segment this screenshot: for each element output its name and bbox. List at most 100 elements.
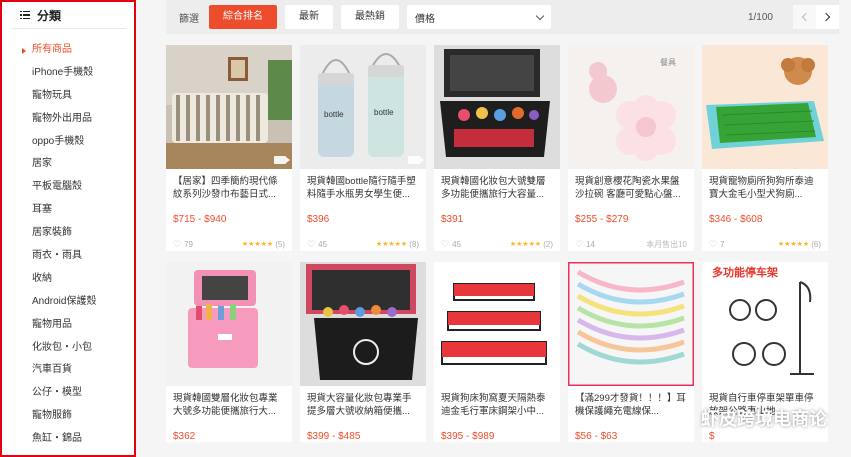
product-card[interactable]: 現貨韓國化妝包大號雙層多功能便攜旅行大容量... $391 ♡ 45 ★★★★★…: [434, 45, 560, 251]
product-image[interactable]: [166, 45, 292, 169]
rating-count: (5): [275, 239, 285, 249]
category-item[interactable]: 寵物外出用品: [2, 108, 134, 131]
product-card[interactable]: 現貨寵物廁所狗狗所泰迪寶大金毛小型犬狗廁... $346 - $608 ♡ 7 …: [702, 45, 828, 251]
star-rating: ★★★★★: [241, 241, 274, 248]
sort-relevance-button[interactable]: 綜合排名: [209, 5, 277, 29]
category-item[interactable]: 汽車百貨: [2, 359, 134, 382]
category-header: 分類: [2, 2, 134, 28]
category-item[interactable]: 居家裝飾: [2, 222, 134, 245]
category-item[interactable]: 公仔・模型: [2, 382, 134, 405]
prev-page-button[interactable]: [793, 5, 816, 29]
product-title[interactable]: 現貨狗床狗窩夏天隔熱泰迪金毛行軍床鋼架小中...: [434, 386, 560, 426]
product-title[interactable]: 現貨韓國bottle隨行隨手塑料隨手水瓶男女學生便...: [300, 169, 426, 209]
video-icon: [274, 156, 290, 164]
thumb-text: bottle: [374, 108, 394, 117]
product-title[interactable]: 現貨大容量化妝包專業手提多層大號收納箱便攜...: [300, 386, 426, 426]
sold-count: 本月售出10: [646, 239, 687, 249]
product-image[interactable]: [568, 262, 694, 386]
product-price: $399 - $485: [307, 431, 361, 442]
product-price: $362: [173, 431, 196, 442]
product-meta: ♡ 45 ★★★★★ (2): [434, 225, 560, 251]
product-image[interactable]: [702, 45, 828, 169]
product-image[interactable]: [434, 45, 560, 169]
star-rating: ★★★★★: [375, 241, 408, 248]
product-image[interactable]: 多功能停车架: [702, 262, 828, 386]
product-title[interactable]: 【居家】四季簡約現代條紋系列沙發巾布藝日式...: [166, 169, 292, 209]
product-price: $346 - $608: [709, 214, 763, 225]
watermark: 虾皮跨境电商论: [667, 405, 827, 431]
product-image[interactable]: bottle bottle: [300, 45, 426, 169]
next-page-button[interactable]: [816, 5, 839, 29]
category-item[interactable]: oppo手機殼: [2, 131, 134, 154]
category-item[interactable]: iPhone手機殼: [2, 62, 134, 85]
heart-icon[interactable]: ♡: [575, 239, 583, 250]
product-card[interactable]: 現貨大容量化妝包專業手提多層大號收納箱便攜... $399 - $485: [300, 262, 426, 442]
heart-icon[interactable]: ♡: [709, 239, 717, 250]
product-card[interactable]: 現貨韓國雙層化妝包專業大號多功能便攜旅行大... $362: [166, 262, 292, 442]
product-title[interactable]: 現貨寵物廁所狗狗所泰迪寶大金毛小型犬狗廁...: [702, 169, 828, 209]
product-price: $715 - $940: [173, 214, 227, 225]
category-item[interactable]: 寵物玩具: [2, 85, 134, 108]
category-list: 所有商品 iPhone手機殼 寵物玩具 寵物外出用品 oppo手機殼 居家 平板電腦殼 耳塞居…: [2, 29, 134, 451]
chevron-left-icon: [801, 12, 811, 22]
like-count: 45: [318, 239, 327, 249]
product-price: $396: [307, 214, 330, 225]
heart-icon[interactable]: ♡: [307, 239, 315, 250]
thumb-text: bottle: [324, 110, 344, 119]
category-item[interactable]: 平板電腦殼: [2, 176, 134, 199]
shop-page: 分類 所有商品 iPhone手機殼 寵物玩具 寵物外出用品 oppo手機殼 居家 平板電腦殼…: [0, 0, 851, 457]
page-indicator: 1/100: [747, 11, 773, 23]
heart-icon[interactable]: ♡: [173, 239, 181, 250]
category-header-label: 分類: [37, 8, 62, 23]
main-content: 篩選 綜合排名 最新 最熱銷 價格 1/100 【居家】四季簡約現代條紋系列沙發…: [150, 0, 851, 457]
category-item[interactable]: 雨衣・雨具: [2, 245, 134, 268]
product-title[interactable]: 現貨韓國雙層化妝包專業大號多功能便攜旅行大...: [166, 386, 292, 426]
category-item[interactable]: 魚缸・錦品: [2, 428, 134, 451]
sort-latest-button[interactable]: 最新: [285, 5, 333, 29]
heart-icon[interactable]: ♡: [441, 239, 449, 250]
product-meta: ♡ 79 ★★★★★ (5): [166, 225, 292, 251]
like-count: 79: [184, 239, 193, 249]
rating-count: (6): [811, 239, 821, 249]
product-image[interactable]: 餐具: [568, 45, 694, 169]
product-card[interactable]: 現貨狗床狗窩夏天隔熱泰迪金毛行軍床鋼架小中... $395 - $989: [434, 262, 560, 442]
product-price: $255 - $279: [575, 214, 629, 225]
video-icon: [408, 156, 424, 164]
sort-label: 篩選: [179, 13, 199, 25]
category-item[interactable]: 收納: [2, 268, 134, 291]
wechat-icon: [667, 407, 695, 429]
star-rating: ★★★★★: [777, 241, 810, 248]
like-count: 14: [586, 239, 595, 249]
product-image[interactable]: [300, 262, 426, 386]
product-title[interactable]: 現貨韓國化妝包大號雙層多功能便攜旅行大容量...: [434, 169, 560, 209]
product-card[interactable]: 【居家】四季簡約現代條紋系列沙發巾布藝日式... $715 - $940 ♡ 7…: [166, 45, 292, 251]
rating-count: (2): [543, 239, 553, 249]
rating-count: (8): [409, 239, 419, 249]
like-count: 45: [452, 239, 461, 249]
product-meta: ♡ 14 本月售出10: [568, 225, 694, 251]
product-card[interactable]: bottle bottle 現貨韓國bottle隨行隨手塑料隨手水瓶男女學生便.…: [300, 45, 426, 251]
star-rating: ★★★★★: [509, 241, 542, 248]
product-image[interactable]: [166, 262, 292, 386]
product-image[interactable]: [434, 262, 560, 386]
category-item[interactable]: 所有商品: [2, 39, 134, 62]
category-item[interactable]: 寵物用品: [2, 314, 134, 337]
category-item[interactable]: 耳塞: [2, 199, 134, 222]
category-item[interactable]: Android保護殼: [2, 291, 134, 314]
thumb-text: 多功能停车架: [712, 265, 778, 279]
sort-bar: 篩選 綜合排名 最新 最熱銷 價格 1/100: [166, 0, 839, 34]
price-sort-select[interactable]: 價格: [407, 5, 551, 29]
product-meta: ♡ 45 ★★★★★ (8): [300, 225, 426, 251]
like-count: 7: [720, 239, 725, 249]
product-card[interactable]: 餐具 現貨創意櫻花陶瓷水果盤沙拉碗 客廳可愛點心盤... $255 - $279…: [568, 45, 694, 251]
thumb-text: 餐具: [660, 58, 676, 67]
product-price: $395 - $989: [441, 431, 495, 442]
category-item[interactable]: 寵物服飾: [2, 405, 134, 428]
price-select-label: 價格: [415, 13, 435, 25]
category-item[interactable]: 化妝包・小包: [2, 337, 134, 360]
product-title[interactable]: 現貨創意櫻花陶瓷水果盤沙拉碗 客廳可愛點心盤...: [568, 169, 694, 209]
mini-pagination: 1/100: [748, 5, 839, 29]
chevron-down-icon: [535, 11, 545, 20]
category-item[interactable]: 居家: [2, 153, 134, 176]
sort-top-sales-button[interactable]: 最熱銷: [341, 5, 399, 29]
